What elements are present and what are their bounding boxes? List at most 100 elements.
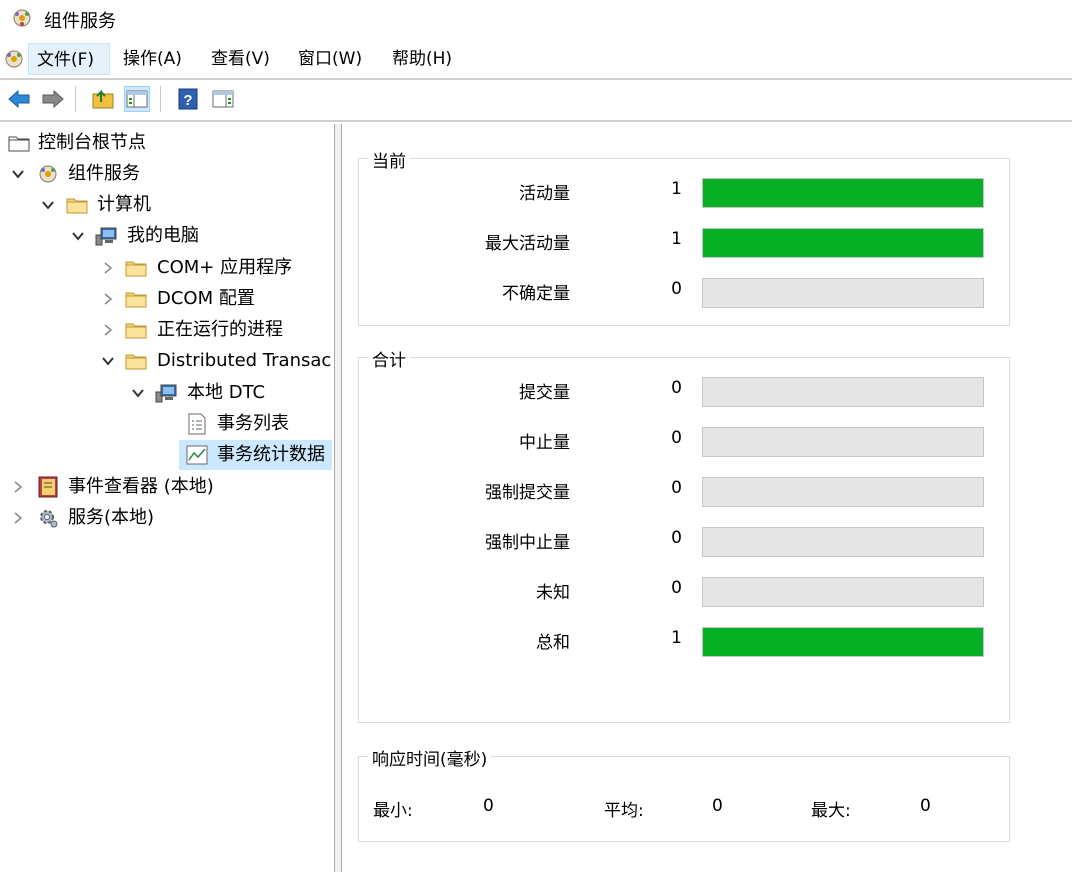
active-bar: [702, 178, 984, 208]
bar-fill: [703, 628, 983, 656]
back-icon[interactable]: [6, 86, 32, 112]
tree-node-label: DCOM 配置: [157, 288, 255, 309]
component-services-icon: [13, 9, 31, 27]
computer-icon: [155, 384, 177, 403]
tree-node-transaction-list[interactable]: 事务列表: [0, 409, 334, 439]
menu-action[interactable]: 操作(A): [115, 43, 190, 75]
folder-icon: [66, 198, 88, 214]
tree-node-running-processes[interactable]: 正在运行的进程: [0, 315, 334, 345]
committed-label: 提交量: [519, 383, 570, 403]
window-title: 组件服务: [44, 11, 116, 32]
chevron-right-icon[interactable]: [101, 323, 115, 337]
chart-icon: [186, 445, 208, 465]
component-services-icon[interactable]: [3, 48, 25, 70]
forced-commit-value: 0: [671, 478, 682, 498]
unknown-bar: [702, 577, 984, 607]
aborted-bar: [702, 427, 984, 457]
aborted-value: 0: [671, 428, 682, 448]
menu-file[interactable]: 文件(F): [28, 43, 110, 75]
current-group-title: 当前: [368, 147, 410, 172]
tree-node-label: 计算机: [97, 194, 151, 215]
max-value: 0: [920, 796, 931, 816]
sum-bar: [702, 627, 984, 657]
menu-window[interactable]: 窗口(W): [290, 43, 370, 75]
chevron-down-icon[interactable]: [71, 229, 85, 243]
component-services-icon: [39, 165, 57, 183]
tree-node-event-viewer[interactable]: 事件查看器 (本地): [0, 472, 334, 502]
avg-label: 平均:: [604, 801, 644, 821]
unknown-value: 0: [671, 578, 682, 598]
forced-abort-label: 强制中止量: [485, 533, 570, 553]
tree-node-my-computer[interactable]: 我的电脑: [0, 221, 334, 251]
toolbar-separator: [160, 86, 161, 112]
tree-node-computers[interactable]: 计算机: [0, 190, 334, 220]
toolbar-separator: [75, 86, 76, 112]
sum-label: 总和: [536, 633, 570, 653]
forced-abort-value: 0: [671, 528, 682, 548]
computer-icon: [95, 227, 117, 246]
max-label: 最大:: [811, 801, 851, 821]
chevron-right-icon[interactable]: [101, 261, 115, 275]
min-label: 最小:: [373, 801, 413, 821]
committed-bar: [702, 377, 984, 407]
tree-node-component-services[interactable]: 组件服务: [0, 159, 334, 189]
tree-node-transaction-statistics[interactable]: 事务统计数据: [179, 440, 332, 470]
tree-node-label: 正在运行的进程: [157, 319, 283, 340]
tree-node-label: 事务统计数据: [217, 444, 325, 465]
tree-node-services[interactable]: 服务(本地): [0, 503, 334, 533]
forward-icon[interactable]: [40, 86, 66, 112]
menu-help[interactable]: 帮助(H): [384, 43, 460, 75]
active-value: 1: [671, 179, 682, 199]
in-doubt-bar: [702, 278, 984, 308]
in-doubt-value: 0: [671, 279, 682, 299]
tree-node-com-applications[interactable]: COM+ 应用程序: [0, 253, 334, 283]
chevron-down-icon[interactable]: [101, 354, 115, 368]
tree-node-label: 控制台根节点: [38, 132, 146, 153]
svg-text:?: ?: [183, 92, 192, 109]
max-active-bar: [702, 228, 984, 258]
tree-node-label: Distributed Transac: [157, 350, 332, 371]
chevron-right-icon[interactable]: [101, 292, 115, 306]
action-pane-icon[interactable]: [210, 86, 236, 112]
chevron-down-icon[interactable]: [131, 386, 145, 400]
tree-node-label: 事件查看器 (本地): [68, 476, 214, 497]
tree-node-label: 本地 DTC: [187, 382, 266, 403]
menu-view[interactable]: 查看(V): [203, 43, 278, 75]
max-active-label: 最大活动量: [485, 234, 570, 254]
folder-icon: [125, 354, 147, 370]
console-tree[interactable]: 控制台根节点 组件服务 计算机 我的电脑 COM+ 应用程序 DCOM 配置 正…: [0, 124, 334, 872]
aborted-label: 中止量: [519, 433, 570, 453]
chevron-right-icon[interactable]: [11, 480, 25, 494]
tree-node-label: 我的电脑: [127, 225, 199, 246]
folder-icon: [125, 292, 147, 308]
tree-node-local-dtc[interactable]: 本地 DTC: [0, 378, 334, 408]
tree-node-distributed-transaction[interactable]: Distributed Transac: [0, 346, 334, 376]
unknown-label: 未知: [536, 583, 570, 603]
help-icon[interactable]: ?: [175, 86, 201, 112]
chevron-down-icon[interactable]: [41, 198, 55, 212]
folder-icon: [125, 323, 147, 339]
bar-fill: [703, 229, 983, 257]
folder-icon: [125, 261, 147, 277]
tree-node-label: 组件服务: [68, 163, 140, 184]
forced-commit-bar: [702, 477, 984, 507]
up-folder-icon[interactable]: [90, 86, 116, 112]
event-viewer-icon: [38, 476, 58, 498]
active-label: 活动量: [519, 184, 570, 204]
forced-abort-bar: [702, 527, 984, 557]
list-icon: [188, 413, 206, 435]
pane-splitter[interactable]: [334, 124, 342, 872]
show-tree-icon[interactable]: [124, 86, 150, 112]
chevron-right-icon[interactable]: [11, 511, 25, 525]
statistics-panel: 当前 活动量 1 最大活动量 1 不确定量 0 合计 提交量 0 中止量 0 强…: [342, 124, 1072, 872]
tree-node-dcom-config[interactable]: DCOM 配置: [0, 284, 334, 314]
chevron-down-icon[interactable]: [11, 167, 25, 181]
response-time-title: 响应时间(毫秒): [368, 745, 492, 770]
bar-fill: [703, 179, 983, 207]
tree-node-console-root[interactable]: 控制台根节点: [0, 128, 334, 158]
min-value: 0: [483, 796, 494, 816]
gear-icon: [40, 510, 58, 528]
forced-commit-label: 强制提交量: [485, 483, 570, 503]
folder-icon: [8, 136, 30, 152]
tree-node-label: 服务(本地): [68, 507, 155, 528]
